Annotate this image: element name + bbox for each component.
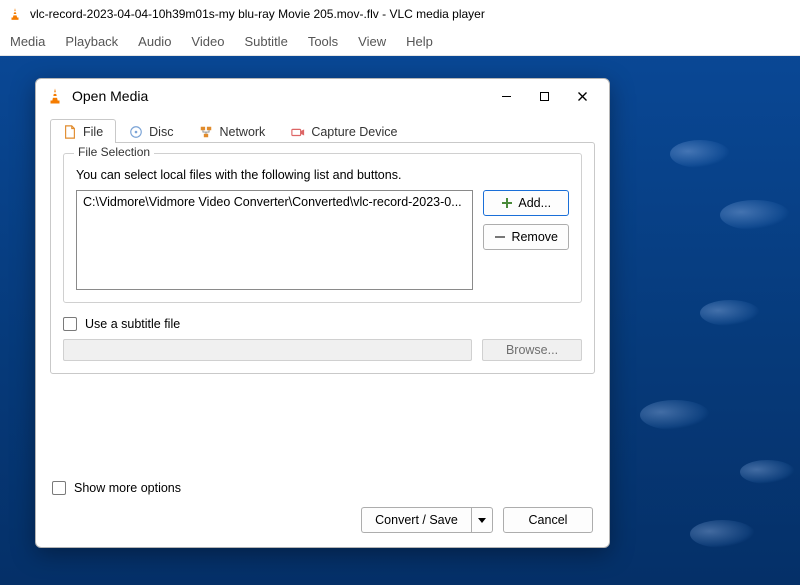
convert-save-dropdown[interactable]	[471, 507, 493, 533]
subtitle-path-input	[63, 339, 472, 361]
browse-button-label: Browse...	[506, 343, 558, 357]
wallpaper-decoration	[640, 400, 710, 430]
wallpaper-decoration	[740, 460, 795, 484]
remove-button[interactable]: Remove	[483, 224, 569, 250]
chevron-down-icon	[478, 513, 486, 527]
tab-network[interactable]: Network	[186, 119, 278, 143]
file-list-item[interactable]: C:\Vidmore\Vidmore Video Converter\Conve…	[83, 195, 462, 209]
add-button-label: Add...	[518, 196, 551, 210]
close-button[interactable]	[565, 83, 599, 109]
cancel-button[interactable]: Cancel	[503, 507, 593, 533]
vlc-cone-icon	[46, 87, 64, 105]
menu-media[interactable]: Media	[10, 34, 45, 49]
menu-video[interactable]: Video	[191, 34, 224, 49]
convert-save-split-button: Convert / Save	[361, 507, 493, 533]
plus-icon	[501, 197, 513, 209]
main-titlebar: vlc-record-2023-04-04-10h39m01s-my blu-r…	[0, 0, 800, 28]
tab-file-label: File	[83, 125, 103, 139]
file-selection-help: You can select local files with the foll…	[76, 168, 569, 182]
cancel-label: Cancel	[529, 513, 568, 527]
file-selection-group: File Selection You can select local file…	[63, 153, 582, 303]
dialog-tabs: File Disc Network Capture Device	[36, 113, 609, 142]
use-subtitle-label: Use a subtitle file	[85, 317, 180, 331]
wallpaper-decoration	[720, 200, 790, 230]
file-list[interactable]: C:\Vidmore\Vidmore Video Converter\Conve…	[76, 190, 473, 290]
menu-view[interactable]: View	[358, 34, 386, 49]
dialog-bottom-area: Show more options Convert / Save Cancel	[36, 471, 609, 547]
show-more-options-row: Show more options	[52, 481, 593, 495]
browse-subtitle-button: Browse...	[482, 339, 582, 361]
tab-panel-file: File Selection You can select local file…	[50, 142, 595, 374]
disc-icon	[129, 125, 143, 139]
show-more-options-checkbox[interactable]	[52, 481, 66, 495]
file-selection-legend: File Selection	[74, 145, 154, 159]
wallpaper-decoration	[690, 520, 755, 548]
convert-save-label: Convert / Save	[375, 513, 458, 527]
wallpaper-decoration	[700, 300, 760, 326]
tab-capture-label: Capture Device	[311, 125, 397, 139]
dialog-titlebar: Open Media	[36, 79, 609, 113]
maximize-button[interactable]	[527, 83, 561, 109]
main-menubar: Media Playback Audio Video Subtitle Tool…	[0, 28, 800, 56]
tab-disc[interactable]: Disc	[116, 119, 186, 143]
show-more-options-label: Show more options	[74, 481, 181, 495]
vlc-main-window: vlc-record-2023-04-04-10h39m01s-my blu-r…	[0, 0, 800, 585]
open-media-dialog: Open Media File Disc Network Ca	[35, 78, 610, 548]
minus-icon	[494, 231, 506, 243]
tab-network-label: Network	[219, 125, 265, 139]
tab-file[interactable]: File	[50, 119, 116, 143]
menu-tools[interactable]: Tools	[308, 34, 338, 49]
use-subtitle-checkbox[interactable]	[63, 317, 77, 331]
menu-audio[interactable]: Audio	[138, 34, 171, 49]
add-button[interactable]: Add...	[483, 190, 569, 216]
minimize-button[interactable]	[489, 83, 523, 109]
wallpaper-decoration	[670, 140, 730, 168]
menu-help[interactable]: Help	[406, 34, 433, 49]
menu-subtitle[interactable]: Subtitle	[244, 34, 287, 49]
network-icon	[199, 125, 213, 139]
remove-button-label: Remove	[511, 230, 558, 244]
capture-icon	[291, 125, 305, 139]
dialog-title: Open Media	[72, 88, 489, 104]
tab-disc-label: Disc	[149, 125, 173, 139]
tab-capture-device[interactable]: Capture Device	[278, 119, 410, 143]
subtitle-checkbox-row: Use a subtitle file	[63, 317, 582, 331]
main-window-title: vlc-record-2023-04-04-10h39m01s-my blu-r…	[30, 7, 485, 21]
window-controls	[489, 83, 599, 109]
menu-playback[interactable]: Playback	[65, 34, 118, 49]
vlc-cone-icon	[8, 7, 22, 21]
convert-save-button[interactable]: Convert / Save	[361, 507, 471, 533]
file-icon	[63, 125, 77, 139]
